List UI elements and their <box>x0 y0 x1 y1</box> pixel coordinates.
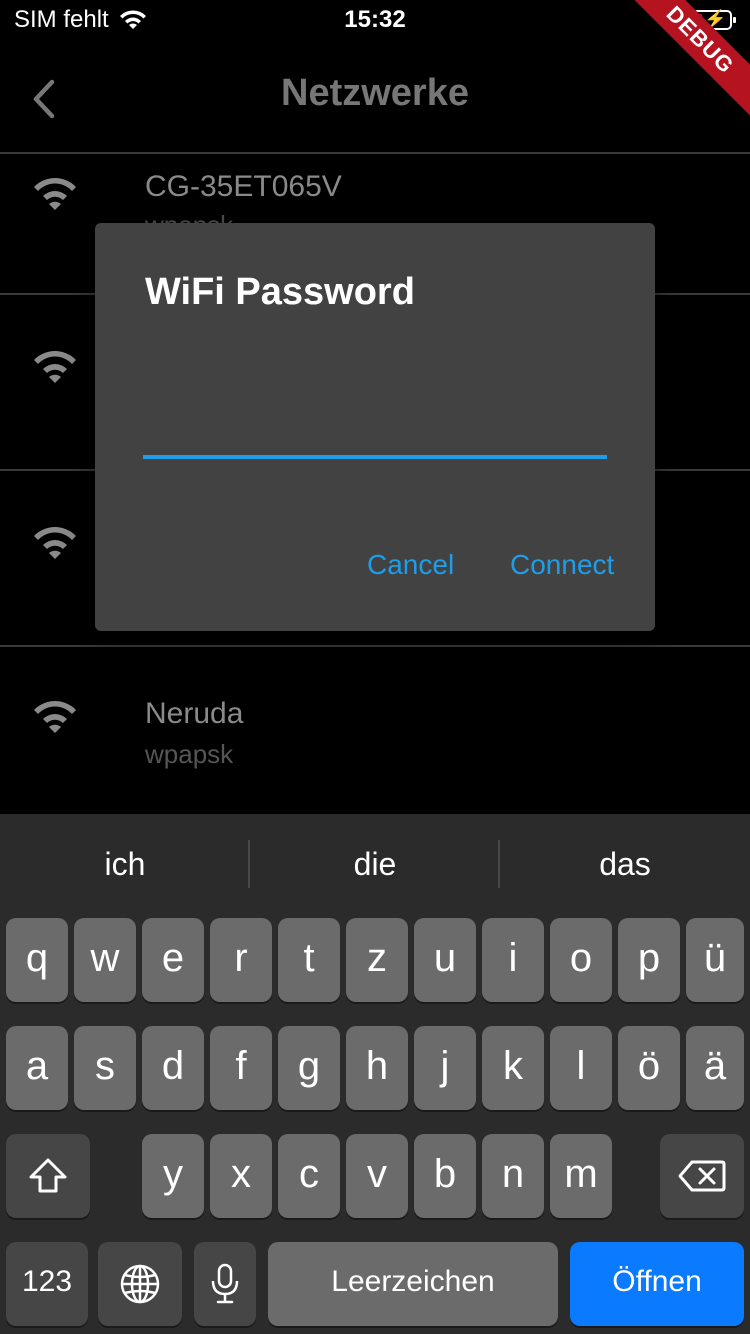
wifi-icon <box>34 527 76 559</box>
network-item[interactable]: Neruda wpapsk <box>0 647 750 814</box>
shift-icon <box>29 1158 67 1193</box>
microphone-key[interactable] <box>194 1242 256 1326</box>
backspace-key[interactable] <box>660 1134 744 1218</box>
key[interactable]: g <box>278 1026 340 1110</box>
key[interactable]: y <box>142 1134 204 1218</box>
key[interactable]: x <box>210 1134 272 1218</box>
key[interactable]: z <box>346 918 408 1002</box>
suggestion-item[interactable]: die <box>250 814 500 914</box>
key[interactable]: q <box>6 918 68 1002</box>
key[interactable]: a <box>6 1026 68 1110</box>
wifi-icon <box>34 701 76 733</box>
key[interactable]: l <box>550 1026 612 1110</box>
key[interactable]: w <box>74 918 136 1002</box>
return-key[interactable]: Öffnen <box>570 1242 744 1326</box>
microphone-icon <box>211 1263 239 1304</box>
space-key[interactable]: Leerzeichen <box>268 1242 558 1326</box>
key[interactable]: j <box>414 1026 476 1110</box>
key[interactable]: ö <box>618 1026 680 1110</box>
key[interactable]: d <box>142 1026 204 1110</box>
network-ssid: CG-35ET065V <box>145 170 342 203</box>
key[interactable]: u <box>414 918 476 1002</box>
key[interactable]: f <box>210 1026 272 1110</box>
key[interactable]: s <box>74 1026 136 1110</box>
globe-icon <box>120 1264 160 1304</box>
key[interactable]: k <box>482 1026 544 1110</box>
key[interactable]: r <box>210 918 272 1002</box>
wifi-icon <box>34 178 76 210</box>
key[interactable]: n <box>482 1134 544 1218</box>
password-input[interactable] <box>143 403 607 459</box>
wifi-icon <box>34 351 76 383</box>
network-security: wpapsk <box>145 739 234 769</box>
key[interactable]: o <box>550 918 612 1002</box>
keyboard: ich die das q w e r t z u i o p ü a s d … <box>0 814 750 1334</box>
app-bar: Netzwerke <box>0 42 750 152</box>
key[interactable]: e <box>142 918 204 1002</box>
key[interactable]: ü <box>686 918 744 1002</box>
suggestion-item[interactable]: ich <box>0 814 250 914</box>
key[interactable]: i <box>482 918 544 1002</box>
globe-key[interactable] <box>98 1242 182 1326</box>
cancel-button[interactable]: Cancel <box>367 549 454 581</box>
shift-key[interactable] <box>6 1134 90 1218</box>
dialog-title: WiFi Password <box>145 271 415 313</box>
key[interactable]: v <box>346 1134 408 1218</box>
key[interactable]: m <box>550 1134 612 1218</box>
key[interactable]: b <box>414 1134 476 1218</box>
page-title: Netzwerke <box>281 72 469 114</box>
key[interactable]: c <box>278 1134 340 1218</box>
key[interactable]: ä <box>686 1026 744 1110</box>
network-ssid: Neruda <box>145 697 244 730</box>
key[interactable]: h <box>346 1026 408 1110</box>
status-bar: SIM fehlt 15:32 ⚡ DEBUG <box>0 0 750 124</box>
key[interactable]: t <box>278 918 340 1002</box>
key[interactable]: p <box>618 918 680 1002</box>
wifi-password-dialog: WiFi Password Cancel Connect <box>95 223 655 631</box>
clock: 15:32 <box>344 6 406 33</box>
connect-button[interactable]: Connect <box>510 549 614 581</box>
suggestion-item[interactable]: das <box>500 814 750 914</box>
numbers-key[interactable]: 123 <box>6 1242 88 1326</box>
backspace-icon <box>678 1160 726 1192</box>
